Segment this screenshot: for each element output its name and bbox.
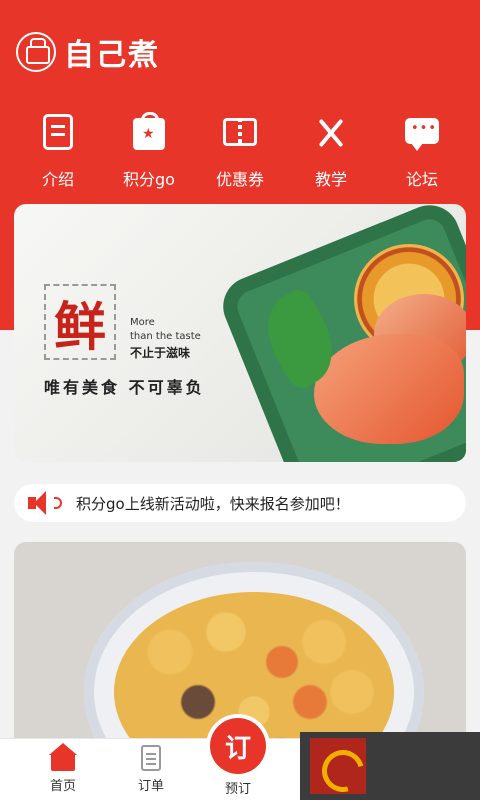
banner-english-text: More than the taste (130, 316, 201, 344)
nav-item-points[interactable]: 积分go (109, 112, 189, 190)
nav-label: 教学 (314, 170, 347, 189)
reserve-label: 预订 (224, 782, 251, 797)
fork-knife-icon (311, 112, 351, 152)
chat-bubble-icon (402, 112, 442, 152)
category-nav: 介绍 积分go 优惠券 教学 论坛 (18, 112, 462, 190)
tab-home[interactable]: 首页 (28, 743, 98, 794)
reserve-button[interactable]: 订 (210, 718, 266, 774)
ad-logo-icon (310, 738, 366, 794)
banner-tagline: 不止于滋味 (130, 346, 191, 360)
tab-orders-label: 订单 (137, 779, 164, 794)
tab-orders[interactable]: 订单 (116, 745, 186, 794)
nav-label: 介绍 (41, 170, 74, 189)
nav-label: 论坛 (405, 170, 438, 189)
app-name: 自己煮 (64, 38, 160, 73)
nav-item-coupons[interactable]: 优惠券 (200, 112, 280, 190)
banner-seal: 鲜 (44, 284, 116, 360)
tab-home-label: 首页 (49, 779, 76, 794)
nav-label: 积分go (123, 170, 175, 189)
ticket-icon (220, 112, 260, 152)
banner-slogan: 唯有美食 不可辜负 (44, 378, 205, 397)
app-logo: 自己煮 (16, 30, 160, 74)
receipt-icon (138, 745, 164, 771)
home-icon (49, 743, 77, 771)
nav-item-forum[interactable]: 论坛 (382, 112, 462, 190)
nav-label: 优惠券 (215, 170, 264, 189)
banner-english-line2: than the taste (130, 331, 201, 342)
speaker-icon (28, 491, 62, 515)
shopping-bag-star-icon (129, 112, 169, 152)
banner-english-line1: More (130, 317, 155, 328)
nav-item-intro[interactable]: 介绍 (18, 112, 98, 190)
overlay-ad[interactable] (300, 732, 480, 800)
notice-bar[interactable]: 积分go上线新活动啦，快来报名参加吧！ (14, 484, 466, 522)
logo-icon (16, 32, 56, 72)
nav-item-teaching[interactable]: 教学 (291, 112, 371, 190)
document-icon (38, 112, 78, 152)
promo-banner[interactable]: 鲜 More than the taste 不止于滋味 唯有美食 不可辜负 (14, 204, 466, 462)
notice-text: 积分go上线新活动啦，快来报名参加吧！ (76, 494, 350, 513)
